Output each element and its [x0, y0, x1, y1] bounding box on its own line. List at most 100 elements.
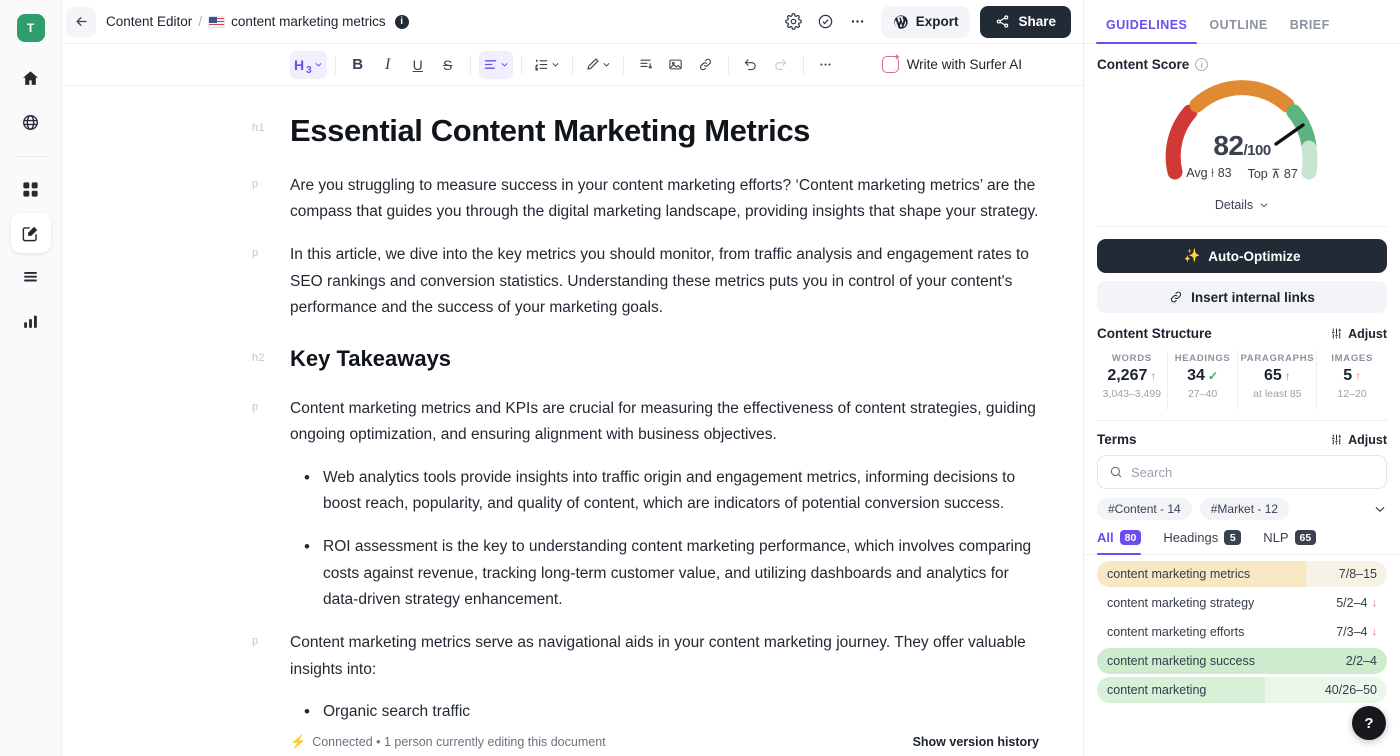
stat-range: 12–20 [1337, 388, 1367, 400]
top-icon: ⊼ [1271, 167, 1281, 181]
toolbar-divider [334, 55, 336, 74]
strikethrough-button[interactable]: S [434, 51, 462, 79]
sparkle-icon: ✨ [1183, 248, 1201, 263]
document-block-h2[interactable]: h2 Key Takeaways [252, 345, 1043, 374]
link-icon [700, 58, 712, 71]
us-flag-icon [208, 15, 226, 28]
tab-guidelines[interactable]: GUIDELINES [1096, 12, 1198, 44]
highlight-dropdown[interactable] [581, 51, 615, 79]
term-row[interactable]: content marketing strategy 5/2–4 ↓ [1097, 590, 1387, 616]
grid-icon[interactable] [11, 169, 51, 209]
details-button[interactable]: Details [1206, 194, 1278, 216]
tab-brief[interactable]: BRIEF [1280, 12, 1340, 43]
document-block-paragraph[interactable]: p Content marketing metrics and KPIs are… [252, 396, 1043, 614]
trend-up-icon: ↑ [1355, 369, 1362, 383]
term-value: 7/8–15 [1338, 567, 1377, 581]
check-circle-icon[interactable] [811, 7, 841, 37]
connection-bolt-icon: ⚡ [290, 734, 307, 749]
insert-internal-links-button[interactable]: Insert internal links [1097, 281, 1387, 313]
list-item[interactable]: Web analytics tools provide insights int… [290, 464, 1043, 518]
terms-tab-headings[interactable]: Headings 5 [1163, 530, 1242, 554]
globe-icon[interactable] [11, 102, 51, 142]
gear-icon[interactable] [779, 7, 809, 37]
stat-value: 2,267 [1107, 367, 1148, 384]
toolbar-divider [622, 55, 624, 74]
more-options-icon[interactable] [843, 7, 873, 37]
block-tag: p [252, 247, 259, 260]
term-row[interactable]: content marketing 40/26–50 [1097, 677, 1387, 703]
score-number: 82 [1213, 130, 1244, 161]
document-block-paragraph[interactable]: p In this article, we dive into the key … [252, 242, 1043, 321]
home-icon[interactable] [11, 58, 51, 98]
undo-button[interactable] [737, 51, 765, 79]
insert-image-button[interactable] [662, 51, 690, 79]
outline-icon[interactable] [11, 257, 51, 297]
top-bar: Content Editor / content marketing metri… [62, 0, 1083, 44]
document-scroll-area[interactable]: h1 Essential Content Marketing Metrics p… [62, 86, 1083, 756]
paragraph-text[interactable]: Are you struggling to measure success in… [290, 173, 1043, 226]
image-icon [669, 59, 682, 70]
toolbar-divider [802, 55, 804, 74]
insert-link-button[interactable] [692, 51, 720, 79]
paragraph-text[interactable]: In this article, we dive into the key me… [290, 242, 1043, 321]
term-value: 7/3–4 [1336, 625, 1368, 639]
terms-search-box[interactable] [1097, 455, 1387, 489]
share-button[interactable]: Share [980, 5, 1071, 38]
show-version-history-button[interactable]: Show version history [913, 735, 1039, 749]
content-editor-icon[interactable] [10, 213, 51, 253]
left-rail: T [0, 0, 62, 756]
breadcrumb-current[interactable]: content marketing metrics [231, 14, 386, 29]
breadcrumb-root[interactable]: Content Editor [106, 14, 192, 29]
heading-level-dropdown[interactable]: H3 [290, 50, 327, 79]
align-dropdown[interactable] [478, 50, 513, 79]
document-block-paragraph[interactable]: p Are you struggling to measure success … [252, 173, 1043, 226]
paragraph-text[interactable]: Content marketing metrics and KPIs are c… [290, 396, 1043, 449]
write-with-surfer-ai-button[interactable]: Write with Surfer AI [872, 50, 1032, 80]
back-icon[interactable] [66, 6, 96, 37]
search-input[interactable] [1131, 464, 1375, 480]
underline-button[interactable]: U [404, 51, 432, 79]
terms-tab-all[interactable]: All 80 [1097, 530, 1142, 555]
indent-button[interactable] [632, 51, 660, 79]
info-icon[interactable]: i [1195, 58, 1209, 71]
expand-chips-icon[interactable] [1373, 502, 1387, 516]
stat-key: IMAGES [1331, 353, 1373, 364]
analytics-icon[interactable] [11, 301, 51, 341]
info-icon[interactable]: i [394, 14, 409, 29]
list-item[interactable]: Organic search traffic [290, 698, 1043, 727]
bold-button[interactable]: B [344, 51, 372, 79]
export-button[interactable]: Export [880, 5, 971, 38]
term-row[interactable]: content marketing success 2/2–4 [1097, 648, 1387, 674]
top-value: 87 [1283, 167, 1298, 181]
paragraph-text[interactable]: Content marketing metrics serve as navig… [290, 630, 1043, 683]
stat-value-row: 2,267 ↑ [1099, 367, 1165, 385]
redo-button[interactable] [767, 51, 795, 79]
italic-button[interactable]: I [374, 51, 402, 79]
more-toolbar-options-icon[interactable] [812, 51, 840, 79]
bullet-list-primary[interactable]: Web analytics tools provide insights int… [290, 464, 1043, 614]
terms-list[interactable]: content marketing metrics 7/8–15 content… [1084, 555, 1400, 706]
workspace-avatar[interactable]: T [16, 14, 45, 42]
tab-outline[interactable]: OUTLINE [1199, 12, 1277, 43]
page-title[interactable]: Essential Content Marketing Metrics [290, 112, 1043, 151]
chip-market[interactable]: #Market - 12 [1199, 498, 1290, 520]
chip-content[interactable]: #Content - 14 [1097, 498, 1192, 520]
term-row[interactable]: content marketing metrics 7/8–15 [1097, 561, 1387, 587]
document-body[interactable]: h1 Essential Content Marketing Metrics p… [62, 86, 1083, 756]
block-tag: h1 [252, 122, 265, 134]
term-row[interactable]: content marketing efforts 7/3–4 ↓ [1097, 619, 1387, 645]
content-structure-title: Content Structure [1097, 326, 1212, 341]
section-heading[interactable]: Key Takeaways [290, 345, 1043, 374]
adjust-terms-button[interactable]: Adjust [1330, 433, 1387, 447]
avg-label: Avg [1186, 166, 1208, 180]
document-block-h1[interactable]: h1 Essential Content Marketing Metrics [252, 112, 1043, 151]
list-item[interactable]: ROI assessment is the key to understandi… [290, 533, 1043, 613]
connection-status: Connected • 1 person currently editing t… [312, 735, 606, 749]
terms-tab-nlp[interactable]: NLP 65 [1263, 530, 1317, 554]
help-button[interactable]: ? [1352, 706, 1386, 740]
chevron-down-icon [552, 63, 559, 67]
auto-optimize-button[interactable]: ✨ Auto-Optimize [1097, 239, 1387, 273]
adjust-structure-button[interactable]: Adjust [1330, 327, 1387, 341]
structure-stats: WORDS 2,267 ↑ 3,043–3,499 HEADINGS 34 ✓ 27… [1097, 351, 1387, 410]
list-dropdown[interactable] [530, 51, 564, 79]
